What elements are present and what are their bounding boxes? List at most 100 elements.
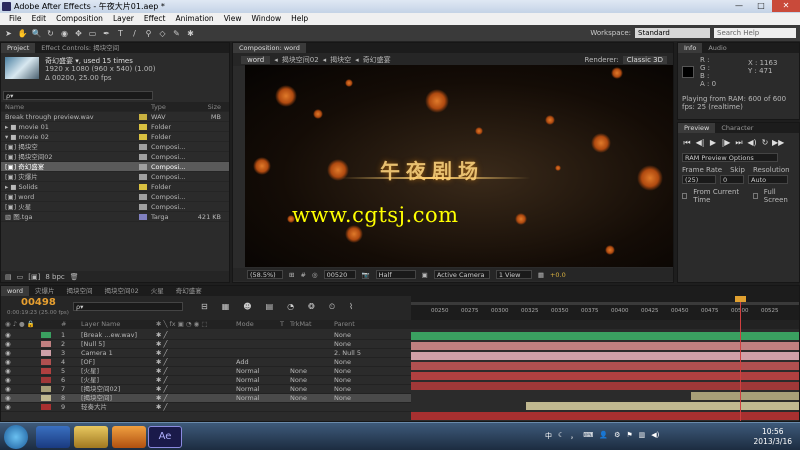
minimize-button[interactable]: — [728, 0, 750, 12]
layer-name[interactable]: [Break ...ew.wav] [81, 331, 156, 340]
label-color-swatch[interactable] [139, 124, 147, 130]
layer-switches-icon[interactable]: ✱ ╱ [156, 340, 236, 349]
exposure-value[interactable]: +0.0 [550, 271, 566, 279]
auto-keyframe-icon[interactable]: ⏲ [329, 302, 335, 312]
layer-parent[interactable]: None [334, 367, 384, 376]
project-item[interactable]: ▾ ■ movie 02 Folder [1, 132, 229, 142]
new-comp-icon[interactable]: [▣] [28, 273, 40, 281]
loop-icon[interactable]: ↻ [759, 138, 771, 148]
previous-frame-icon[interactable]: ◀| [694, 138, 706, 148]
start-button[interactable] [4, 425, 28, 449]
layer-label-color[interactable] [41, 332, 51, 338]
workspace-select[interactable]: Standard [635, 28, 710, 38]
layer-label-color[interactable] [41, 404, 51, 410]
layer-switches-icon[interactable]: ✱ ╱ [156, 385, 236, 394]
label-color-swatch[interactable] [139, 194, 147, 200]
project-search-input[interactable]: ρ▾ [3, 91, 153, 100]
label-color-swatch[interactable] [139, 184, 147, 190]
project-item[interactable]: [▣] 揭块空间02 Composi... [1, 152, 229, 162]
safe-zones-icon[interactable]: ⊞ [289, 271, 294, 279]
rectangle-tool-icon[interactable]: ▭ [87, 28, 98, 39]
playhead-handle[interactable] [735, 296, 746, 302]
comp-mini-flowchart-icon[interactable]: ⊟ [201, 302, 208, 312]
layer-duration-bar[interactable] [526, 402, 799, 410]
layer-switches-icon[interactable]: ✱ ╱ [156, 349, 236, 358]
layer-label-color[interactable] [41, 359, 51, 365]
project-item[interactable]: ▸ ■ movie 01 Folder [1, 122, 229, 132]
project-item[interactable]: [▣] 灾爆片 Composi... [1, 172, 229, 182]
grid-icon[interactable]: # [300, 271, 305, 279]
project-item[interactable]: ▧ 图.tga Targa 421 KB [1, 212, 229, 222]
region-of-interest-icon[interactable]: ▣ [422, 271, 428, 279]
menu-composition[interactable]: Composition [51, 13, 108, 25]
audio-icon[interactable]: ◀) [746, 138, 758, 148]
layer-switches-icon[interactable]: ✱ ╱ [156, 358, 236, 367]
from-current-time-checkbox[interactable] [682, 193, 688, 199]
tab-composition-word[interactable]: Composition: word [233, 43, 306, 53]
menu-effect[interactable]: Effect [139, 13, 171, 25]
current-time-field[interactable]: 00520 [323, 270, 356, 279]
eye-icon[interactable]: ◉ [1, 358, 41, 367]
eye-icon[interactable]: ◉ [1, 403, 41, 412]
close-button[interactable]: ✕ [772, 0, 800, 12]
puppet-tool-icon[interactable]: ✱ [185, 28, 196, 39]
label-color-swatch[interactable] [139, 204, 147, 210]
tab-character[interactable]: Character [715, 123, 759, 133]
current-time-indicator[interactable] [740, 296, 741, 421]
layer-mode[interactable]: Add [236, 358, 280, 367]
menu-view[interactable]: View [219, 13, 247, 25]
new-folder-icon[interactable]: ▭ [17, 273, 24, 281]
layer-parent[interactable]: None [334, 394, 384, 403]
timeline-tab[interactable]: 揭块空间 [60, 286, 98, 296]
header-mode[interactable]: Mode [236, 320, 280, 329]
layer-switches-icon[interactable]: ✱ ╱ [156, 376, 236, 385]
eye-icon[interactable]: ◉ [1, 394, 41, 403]
layer-switches-icon[interactable]: ✱ ╱ [156, 403, 236, 412]
search-help-input[interactable]: Search Help [714, 28, 796, 38]
header-layer-name[interactable]: Layer Name [81, 320, 156, 329]
ram-preview-options-select[interactable]: RAM Preview Options [682, 153, 778, 162]
layer-name[interactable]: [揭块空间] [81, 394, 156, 403]
breadcrumb-item[interactable]: 奇幻盛宴 [363, 55, 391, 65]
user-icon[interactable]: 👤 [599, 431, 608, 441]
layer-name[interactable]: [揭块空间02] [81, 385, 156, 394]
tab-info[interactable]: Info [678, 43, 703, 53]
trash-icon[interactable]: 🗑 [70, 273, 79, 281]
layer-switches-icon[interactable]: ✱ ╱ [156, 331, 236, 340]
after-effects-taskbar-icon[interactable]: Ae [148, 426, 182, 448]
layer-trkmat[interactable]: None [290, 367, 334, 376]
flag-icon[interactable]: ⚑ [626, 431, 632, 441]
layer-name[interactable]: 轻奏大片 [81, 403, 156, 412]
layer-mode[interactable]: Normal [236, 385, 280, 394]
moon-icon[interactable]: ☾ [558, 431, 564, 441]
header-num[interactable]: # [61, 320, 81, 329]
eye-icon[interactable]: ◉ [1, 349, 41, 358]
roto-tool-icon[interactable]: ✎ [171, 28, 182, 39]
layer-mode[interactable]: Normal [236, 367, 280, 376]
layer-parent[interactable]: None [334, 340, 384, 349]
brush-tool-icon[interactable]: / [129, 28, 140, 39]
label-color-swatch[interactable] [139, 164, 147, 170]
eye-icon[interactable]: ◉ [1, 340, 41, 349]
comma-icon[interactable]: ， [570, 431, 577, 441]
layer-parent[interactable]: None [334, 331, 384, 340]
layer-mode[interactable]: Normal [236, 394, 280, 403]
timeline-tab[interactable]: 奇幻盛宴 [170, 286, 208, 296]
layer-label-color[interactable] [41, 341, 51, 347]
project-item[interactable]: [▣] 火星 Composi... [1, 202, 229, 212]
label-color-swatch[interactable] [139, 174, 147, 180]
next-frame-icon[interactable]: |▶ [720, 138, 732, 148]
volume-icon[interactable]: ◀) [651, 431, 659, 441]
eye-icon[interactable]: ◉ [1, 367, 41, 376]
layer-trkmat[interactable]: None [290, 385, 334, 394]
eye-icon[interactable]: ◉ [1, 376, 41, 385]
layer-parent[interactable]: None [334, 376, 384, 385]
header-size[interactable]: Size [191, 102, 221, 111]
eraser-tool-icon[interactable]: ◇ [157, 28, 168, 39]
layer-parent[interactable]: None [334, 358, 384, 367]
resolution-select[interactable]: Auto [748, 175, 788, 184]
label-color-swatch[interactable] [139, 154, 147, 160]
layer-label-color[interactable] [41, 368, 51, 374]
project-item[interactable]: ▸ ■ Solids Folder [1, 182, 229, 192]
layer-switches-icon[interactable]: ✱ ╱ [156, 394, 236, 403]
